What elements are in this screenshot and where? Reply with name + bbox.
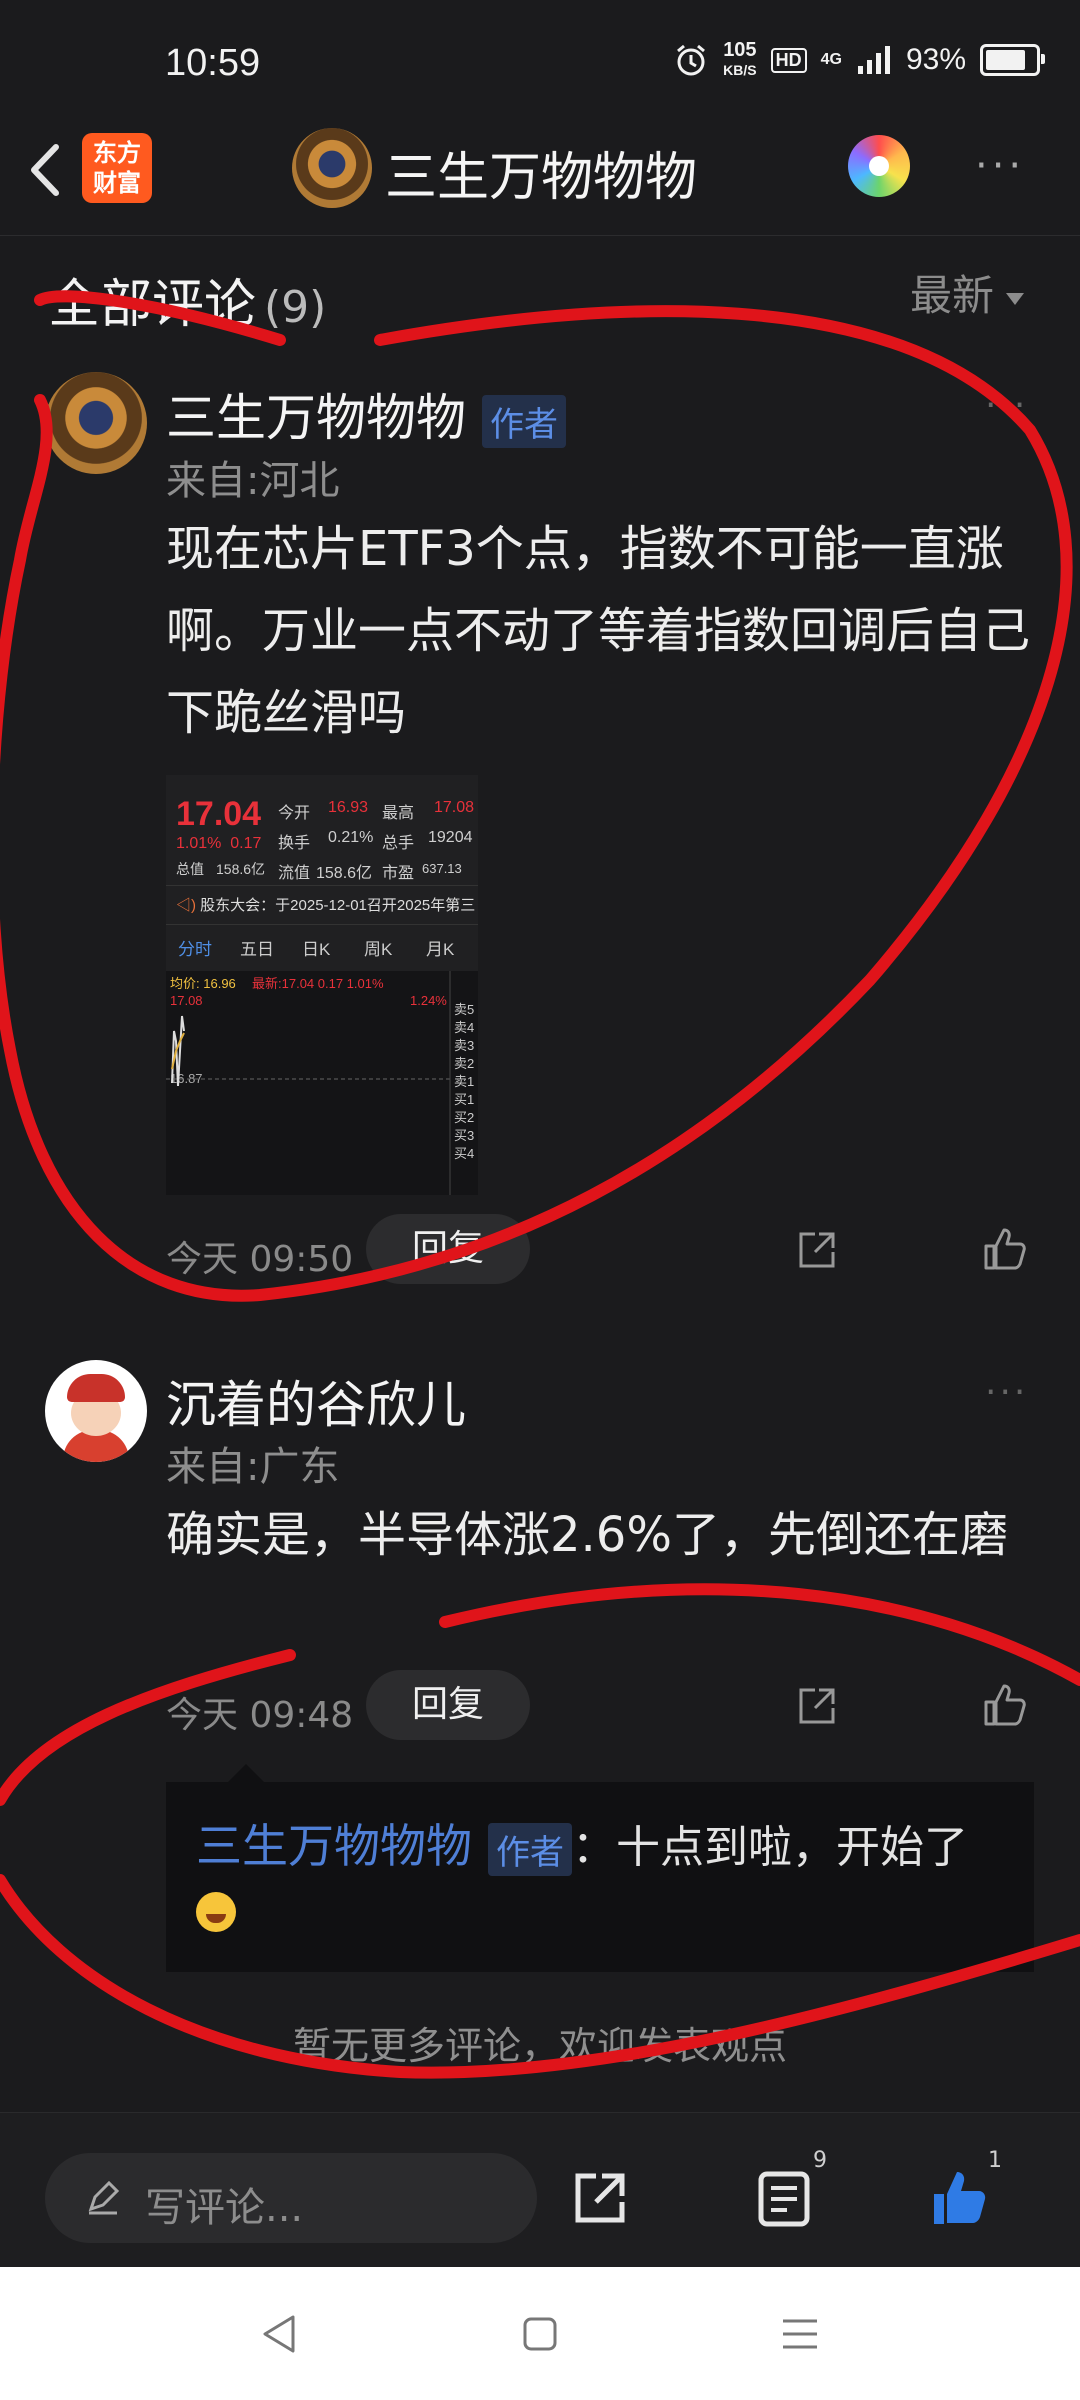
like-filled-icon[interactable]: [930, 2168, 990, 2228]
share-icon[interactable]: [570, 2168, 630, 2228]
comments-count-badge: 9: [813, 2148, 827, 2173]
bottom-action-bar: 写评论... 9 1: [0, 2112, 1080, 2268]
nav-home-icon[interactable]: [515, 2309, 565, 2359]
system-nav-bar: [0, 2267, 1080, 2400]
nav-menu-icon[interactable]: [775, 2309, 825, 2359]
comments-list-icon[interactable]: [755, 2168, 815, 2228]
pen-icon: [88, 2180, 120, 2215]
nav-back-icon[interactable]: [255, 2309, 305, 2359]
comment-input[interactable]: 写评论...: [45, 2153, 537, 2243]
comment-input-placeholder: 写评论...: [145, 2185, 304, 2231]
red-annotation-strokes: [0, 290, 1080, 2079]
likes-count-badge: 1: [988, 2148, 1002, 2173]
